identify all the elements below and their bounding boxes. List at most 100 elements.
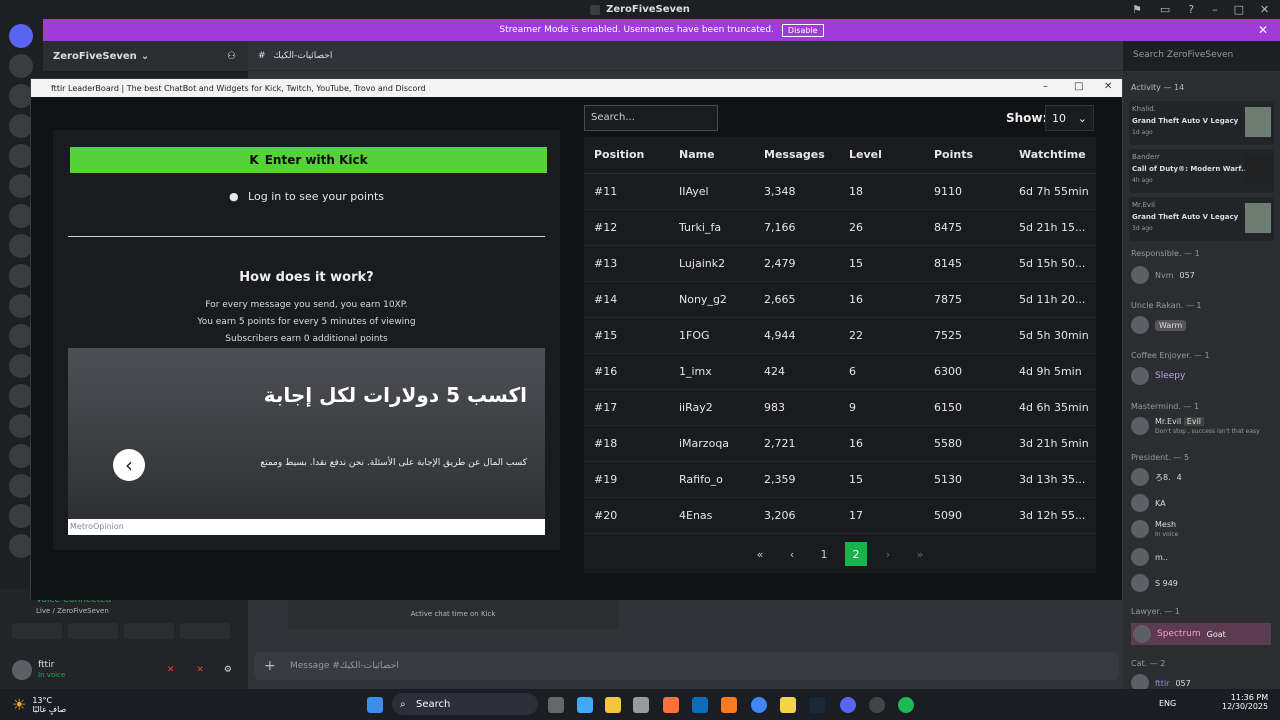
activities-button[interactable]: [124, 623, 174, 639]
app-icon[interactable]: [780, 697, 796, 713]
table-row[interactable]: #11 IIAyel 3,348 18 9110 6d 7h 55min: [584, 173, 1096, 210]
taskbar-search[interactable]: ⌕ Search: [392, 693, 538, 715]
show-select[interactable]: 10 ⌄: [1045, 105, 1094, 131]
search-input[interactable]: Search...: [584, 105, 718, 131]
member-item[interactable]: Nvm 057: [1131, 266, 1195, 284]
server-header[interactable]: ZeroFiveSeven ⌄ ⚇: [43, 41, 248, 71]
app-icon[interactable]: [869, 697, 885, 713]
page-button[interactable]: 1: [813, 542, 835, 566]
add-attachment-icon[interactable]: +: [264, 658, 276, 674]
windows-start-icon[interactable]: [367, 697, 383, 713]
next-page-button[interactable]: ›: [877, 542, 899, 566]
member-item[interactable]: Mesh In voice: [1131, 520, 1178, 538]
outlook-icon[interactable]: [692, 697, 708, 713]
close-icon[interactable]: ✕: [1260, 3, 1269, 16]
table-cell: 2,721: [754, 425, 839, 462]
language-indicator[interactable]: ENG: [1159, 699, 1176, 708]
table-cell: IIAyel: [669, 173, 754, 210]
enter-with-kick-button[interactable]: K Enter with Kick: [70, 147, 547, 173]
member-item[interactable]: S 949: [1131, 574, 1178, 592]
last-page-button[interactable]: »: [909, 542, 931, 566]
member-item[interactable]: ろ8. 4: [1131, 468, 1182, 486]
activity-header: Activity — 14: [1131, 83, 1185, 92]
chevron-left-icon[interactable]: ‹: [113, 449, 145, 481]
table-cell: 2,359: [754, 461, 839, 498]
spotify-icon[interactable]: [898, 697, 914, 713]
inbox-icon[interactable]: ▭: [1160, 3, 1170, 16]
message-input[interactable]: + Message #احصائيات-الكيك: [254, 652, 1119, 680]
screenshare-button[interactable]: [68, 623, 118, 639]
table-cell: 4d 6h 35min: [1009, 389, 1096, 426]
member-item[interactable]: KA: [1131, 494, 1166, 512]
advertisement[interactable]: اكسب 5 دولارات لكل إجابة كسب المال عن طر…: [68, 348, 545, 535]
game-cover: [1245, 203, 1271, 233]
member-name: Nvm: [1155, 270, 1174, 280]
table-row[interactable]: #18 iMarzoqa 2,721 16 5580 3d 21h 5min: [584, 425, 1096, 462]
column-header[interactable]: Position: [584, 137, 669, 174]
help-icon[interactable]: ?: [1188, 3, 1194, 16]
prev-page-button[interactable]: ‹: [781, 542, 803, 566]
kick-icon: K: [249, 153, 259, 167]
table-cell: 4Enas: [669, 497, 754, 534]
member-item[interactable]: m..: [1131, 548, 1168, 566]
member-item[interactable]: Sleepy: [1131, 367, 1185, 385]
close-banner-icon[interactable]: ✕: [1258, 23, 1268, 37]
window-content: K Enter with Kick ● Log in to see your p…: [31, 97, 1122, 600]
column-header[interactable]: Messages: [754, 137, 839, 174]
activity-card[interactable]: Mr.Evil Grand Theft Auto V Legacy 3d ago: [1129, 197, 1274, 241]
soundboard-button[interactable]: [180, 623, 230, 639]
mute-icon[interactable]: ✕: [167, 665, 175, 675]
member-item[interactable]: Spectrum Goat: [1131, 623, 1271, 645]
table-row[interactable]: #19 Rafifo_o 2,359 15 5130 3d 13h 35...: [584, 461, 1096, 498]
voice-channel[interactable]: Live / ZeroFiveSeven: [36, 607, 109, 615]
avatar: [1131, 574, 1149, 592]
page-button-active[interactable]: 2: [845, 542, 867, 566]
camera-button[interactable]: [12, 623, 62, 639]
discord-icon[interactable]: [840, 697, 856, 713]
firefox-icon[interactable]: [663, 697, 679, 713]
chrome-icon[interactable]: [751, 697, 767, 713]
app-icon[interactable]: [577, 697, 593, 713]
login-link[interactable]: ● Log in to see your points: [53, 190, 560, 203]
column-header[interactable]: Level: [839, 137, 924, 174]
app-icon[interactable]: [633, 697, 649, 713]
close-icon[interactable]: ✕: [1104, 81, 1112, 92]
weather-icon[interactable]: ☀: [12, 695, 26, 714]
maximize-icon[interactable]: □: [1074, 81, 1083, 92]
explorer-icon[interactable]: [605, 697, 621, 713]
activity-card[interactable]: Banderr Call of Duty®: Modern Warf... 4h…: [1129, 149, 1274, 193]
disable-streamer-button[interactable]: Disable: [781, 23, 824, 37]
table-row[interactable]: #20 4Enas 3,206 17 5090 3d 12h 55...: [584, 497, 1096, 534]
member-name: Mesh: [1155, 520, 1177, 529]
how-it-works-title: How does it work?: [239, 270, 374, 285]
server-search-input[interactable]: Search ZeroFiveSeven: [1127, 47, 1272, 65]
deafen-icon[interactable]: ✕: [196, 665, 204, 675]
taskview-icon[interactable]: [548, 697, 564, 713]
maximize-icon[interactable]: □: [1234, 3, 1244, 16]
table-row[interactable]: #17 iiRay2 983 9 6150 4d 6h 35min: [584, 389, 1096, 426]
table-row[interactable]: #16 1_imx 424 6 6300 4d 9h 5min: [584, 353, 1096, 390]
table-row[interactable]: #13 Lujaink2 2,479 15 8145 5d 15h 50...: [584, 245, 1096, 282]
settings-icon[interactable]: ⚙: [224, 665, 232, 675]
table-row[interactable]: #14 Nony_g2 2,665 16 7875 5d 11h 20...: [584, 281, 1096, 318]
server-icon[interactable]: [9, 54, 33, 78]
activity-card[interactable]: Khalid. Grand Theft Auto V Legacy 1d ago: [1129, 101, 1274, 145]
home-icon[interactable]: [9, 24, 33, 48]
minimize-icon[interactable]: –: [1212, 3, 1218, 16]
first-page-button[interactable]: «: [749, 542, 771, 566]
app-icon[interactable]: [721, 697, 737, 713]
clock[interactable]: 11:36 PM 12/30/2025: [1222, 693, 1268, 711]
add-member-icon[interactable]: ⚇: [227, 51, 236, 62]
table-row[interactable]: #12 Turki_fa 7,166 26 8475 5d 21h 15...: [584, 209, 1096, 246]
column-header[interactable]: Watchtime: [1009, 137, 1096, 174]
column-header[interactable]: Name: [669, 137, 754, 174]
member-name: m..: [1155, 552, 1168, 562]
pin-icon[interactable]: ⚑: [1132, 3, 1142, 16]
member-item[interactable]: Warm: [1131, 316, 1187, 334]
avatar[interactable]: [12, 659, 32, 680]
minimize-icon[interactable]: –: [1043, 81, 1048, 92]
table-row[interactable]: #15 1FOG 4,944 22 7525 5d 5h 30min: [584, 317, 1096, 354]
column-header[interactable]: Points: [924, 137, 1009, 174]
steam-icon[interactable]: [809, 697, 825, 713]
member-item[interactable]: Mr.Evil Evil Don't stop , success isn't t…: [1131, 417, 1260, 435]
